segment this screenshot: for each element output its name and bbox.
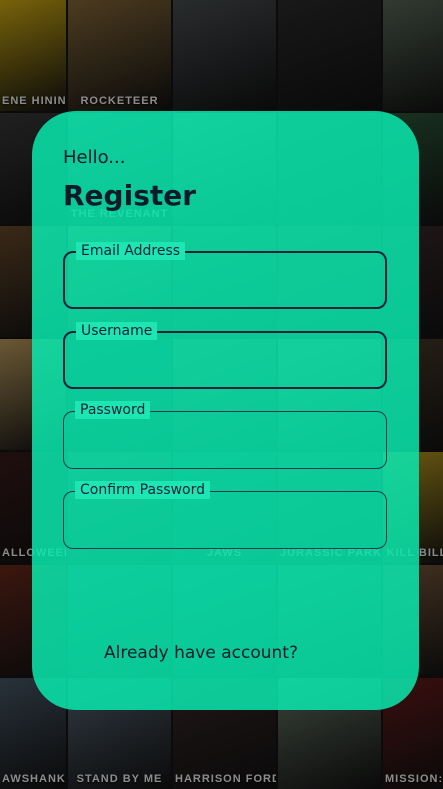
movie-poster: ENE HINING <box>0 0 66 111</box>
movie-poster <box>383 0 443 111</box>
password-label: Password <box>75 401 151 419</box>
password-input[interactable] <box>78 424 372 458</box>
email-input[interactable] <box>79 265 371 297</box>
confirm-password-field[interactable]: Confirm Password <box>63 481 387 549</box>
movie-poster: ROCKETEER <box>68 0 171 111</box>
email-field[interactable]: Email Address <box>63 242 387 309</box>
login-link[interactable]: Already have account? <box>104 643 298 663</box>
poster-title: ROCKETEER <box>80 95 159 107</box>
movie-poster <box>173 0 276 111</box>
movie-poster <box>278 0 381 111</box>
poster-title: STAND BY ME <box>76 773 163 785</box>
username-input[interactable] <box>79 345 371 377</box>
email-label: Email Address <box>76 242 186 260</box>
password-field[interactable]: Password <box>63 401 387 469</box>
greeting-text: Hello... <box>63 147 126 168</box>
poster-title: MISSION: IMP <box>385 773 443 785</box>
page-title: Register <box>63 179 197 212</box>
username-field[interactable]: Username <box>63 322 387 389</box>
confirm-password-label: Confirm Password <box>75 481 211 499</box>
poster-title: ENE HINING <box>2 95 66 107</box>
register-card: Hello... Register Email Address Username… <box>32 111 419 710</box>
username-label: Username <box>76 322 158 340</box>
poster-title: AWSHANK <box>2 773 66 785</box>
poster-title: HARRISON FORD <box>175 773 276 785</box>
confirm-password-input[interactable] <box>78 504 372 538</box>
